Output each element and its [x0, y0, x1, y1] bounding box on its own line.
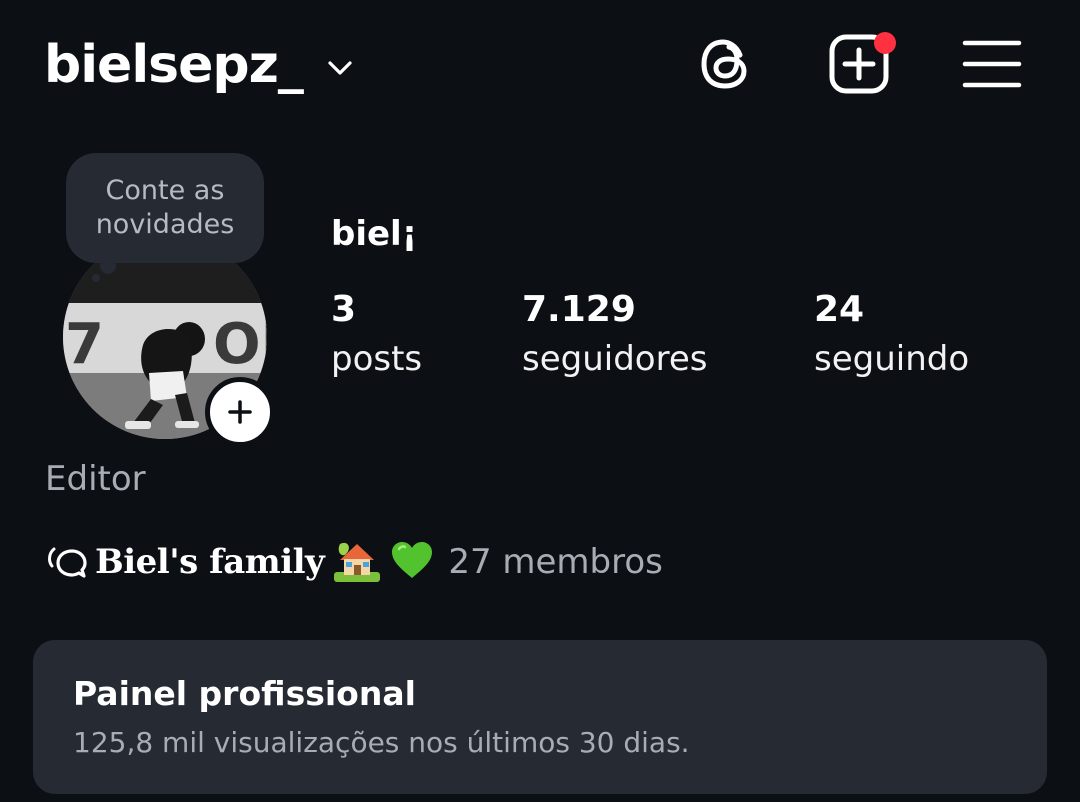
channel-name: Biel's family [95, 542, 325, 582]
followers-count: 7.129 [522, 289, 636, 330]
professional-dashboard-subtitle: 125,8 mil visualizações nos últimos 30 d… [73, 726, 690, 759]
account-switcher[interactable]: bielsepz_ [44, 30, 355, 100]
house-emoji-icon [334, 538, 381, 586]
note-bubble[interactable]: Conte as novidades [66, 153, 264, 263]
posts-label: posts [331, 339, 423, 379]
following-stat[interactable]: 24 seguindo [814, 286, 969, 384]
following-label: seguindo [814, 339, 970, 379]
notification-dot [874, 32, 896, 54]
note-text-line2: novidades [95, 209, 235, 240]
broadcast-channel-link[interactable]: Biel's family 27 membros [45, 535, 663, 589]
professional-dashboard-title: Painel profissional [73, 674, 416, 713]
profile-page: bielsepz_ O 7 Conte as novidades biel¡ 3… [0, 0, 1080, 802]
username: bielsepz_ [44, 35, 304, 95]
threads-icon[interactable] [696, 33, 758, 95]
posts-count: 3 [331, 289, 357, 330]
green-heart-emoji-icon [390, 540, 434, 584]
svg-text:7: 7 [65, 312, 104, 377]
add-story-button[interactable] [205, 377, 275, 447]
note-bubble-tail [100, 258, 116, 274]
posts-stat[interactable]: 3 posts [331, 286, 422, 384]
following-count: 24 [814, 289, 865, 330]
svg-text:OL: OL [213, 312, 267, 377]
profile-header: bielsepz_ [0, 0, 1080, 140]
channel-member-count: 27 membros [448, 542, 663, 582]
broadcast-channel-icon [48, 547, 87, 578]
note-bubble-tail-small [92, 274, 100, 282]
chevron-down-icon [328, 61, 352, 75]
profile-category: Editor [45, 459, 146, 499]
followers-label: seguidores [522, 339, 708, 379]
plus-icon [228, 400, 252, 424]
hamburger-menu-icon[interactable] [961, 33, 1023, 95]
display-name: biel¡ [331, 214, 418, 254]
followers-stat[interactable]: 7.129 seguidores [522, 286, 707, 384]
professional-dashboard-card[interactable]: Painel profissional 125,8 mil visualizaç… [33, 640, 1047, 794]
note-text-line1: Conte as [105, 175, 225, 206]
